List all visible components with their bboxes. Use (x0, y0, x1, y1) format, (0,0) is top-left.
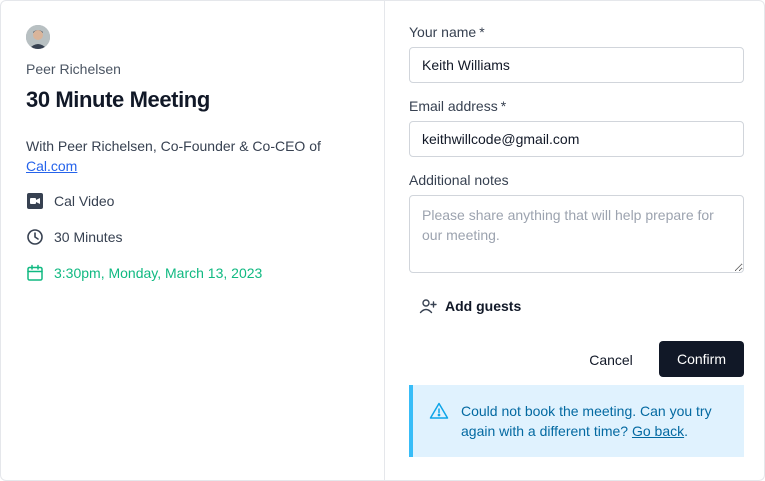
notes-label: Additional notes (409, 172, 509, 188)
error-alert: Could not book the meeting. Can you try … (409, 385, 744, 457)
email-input[interactable] (409, 121, 744, 157)
duration-detail: 30 Minutes (26, 228, 122, 246)
booking-card: Peer Richelsen 30 Minute Meeting With Pe… (0, 0, 765, 481)
notes-textarea[interactable] (409, 195, 744, 273)
name-input[interactable] (409, 47, 744, 83)
required-mark: * (479, 24, 485, 40)
name-label-text: Your name (409, 24, 477, 40)
cancel-button[interactable]: Cancel (575, 342, 647, 378)
event-title: 30 Minute Meeting (26, 87, 210, 112)
calendar-icon (26, 264, 44, 282)
add-guests-button[interactable]: Add guests (419, 297, 521, 315)
event-description: With Peer Richelsen, Co-Founder & Co-CEO… (26, 136, 356, 176)
required-mark: * (500, 98, 507, 114)
user-plus-icon (419, 297, 437, 315)
email-label-text: Email address (409, 98, 498, 114)
duration-label: 30 Minutes (54, 229, 123, 245)
location-detail: Cal Video (26, 192, 114, 210)
company-link[interactable]: Cal.com (26, 158, 77, 174)
alert-message: Could not book the meeting. Can you try … (461, 401, 732, 457)
confirm-button[interactable]: Confirm (659, 341, 744, 377)
organizer-avatar (26, 25, 50, 49)
datetime-label: 3:30pm, Monday, March 13, 2023 (54, 265, 263, 281)
organizer-name: Peer Richelsen (26, 61, 121, 77)
datetime-detail: 3:30pm, Monday, March 13, 2023 (26, 264, 262, 282)
name-label: Your name * (409, 24, 485, 40)
video-icon (26, 192, 44, 210)
booking-form: Your name* Email address* Additional not… (385, 1, 764, 480)
email-label: Email address * (409, 98, 506, 114)
description-text: With Peer Richelsen, Co-Founder & Co-CEO… (26, 138, 321, 154)
event-details-panel: Peer Richelsen 30 Minute Meeting With Pe… (1, 1, 385, 480)
warning-triangle-icon (429, 401, 449, 421)
clock-icon (26, 228, 44, 246)
go-back-link[interactable]: Go back (632, 423, 684, 439)
alert-suffix: . (684, 423, 688, 439)
add-guests-label: Add guests (445, 298, 522, 314)
location-label: Cal Video (54, 193, 115, 209)
